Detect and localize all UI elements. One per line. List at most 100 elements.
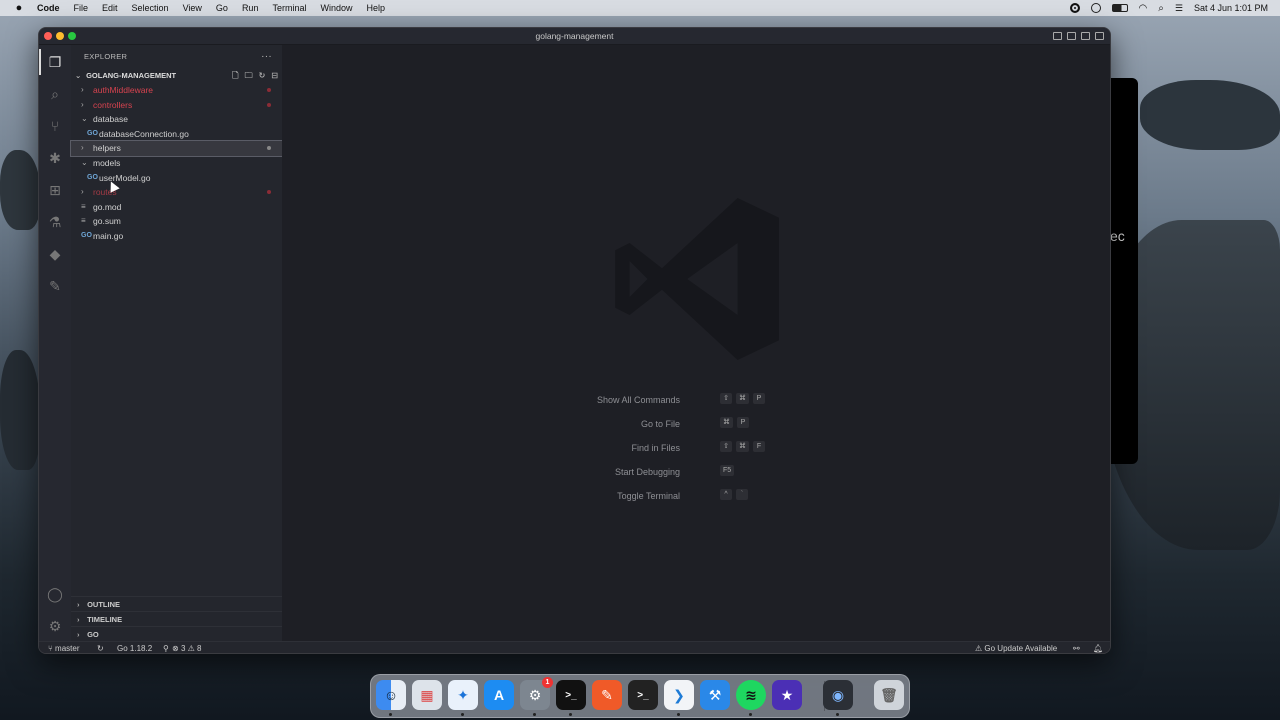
tree-folder-models[interactable]: ⌄ models xyxy=(71,156,282,171)
go-version-status[interactable]: Go 1.18.2 xyxy=(117,642,152,653)
extensions-icon[interactable]: ⊞ xyxy=(46,181,64,199)
imovie-icon[interactable]: ★ xyxy=(772,680,802,710)
xcode-icon[interactable]: ⚒ xyxy=(700,680,730,710)
tree-folder-routes[interactable]: › routes xyxy=(71,185,282,200)
menu-bar: ● Code File Edit Selection View Go Run T… xyxy=(0,0,1280,16)
system-preferences-icon[interactable]: ⚙ 1 xyxy=(520,677,553,710)
customize-layout-icon[interactable] xyxy=(1095,32,1104,40)
sync-icon[interactable]: ↻ xyxy=(97,642,104,653)
remote-explorer-icon[interactable]: ✎ xyxy=(46,277,64,295)
launchpad-icon[interactable]: ▦ xyxy=(412,680,442,710)
menu-clock[interactable]: Sat 4 Jun 1:01 PM xyxy=(1194,3,1268,13)
menu-help[interactable]: Help xyxy=(359,0,392,16)
go-section[interactable]: › GO xyxy=(71,626,282,641)
menu-window[interactable]: Window xyxy=(313,0,359,16)
tree-file-usermodel[interactable]: GO userModel.go xyxy=(71,171,282,186)
toggle-panel-icon[interactable] xyxy=(1067,32,1076,40)
project-root[interactable]: ⌄ GOLANG-MANAGEMENT 🗋 🗀 ↻ ⊟ xyxy=(71,68,282,83)
play-icon[interactable] xyxy=(1090,3,1101,13)
settings-gear-icon[interactable]: ⚙ xyxy=(46,617,64,635)
chevron-down-icon: ⌄ xyxy=(75,71,82,80)
keycap: ^ xyxy=(720,489,732,500)
notifications-bell-icon[interactable]: 🔔︎ xyxy=(1093,642,1103,653)
spotify-icon[interactable]: ≋ xyxy=(736,680,766,710)
python-icon[interactable]: ◆ xyxy=(46,245,64,263)
menu-view[interactable]: View xyxy=(176,0,209,16)
live-share-icon[interactable]: ⚯ xyxy=(1073,642,1080,653)
timeline-section[interactable]: › TIMELINE xyxy=(71,611,282,626)
menu-run[interactable]: Run xyxy=(235,0,266,16)
running-indicator xyxy=(836,713,839,716)
section-label: TIMELINE xyxy=(87,615,123,624)
zoom-window-button[interactable] xyxy=(68,32,76,40)
more-actions-icon[interactable]: ··· xyxy=(261,45,272,68)
outline-section[interactable]: › OUTLINE xyxy=(71,596,282,611)
tree-folder-controllers[interactable]: › controllers xyxy=(71,98,282,113)
hint-find-in-files[interactable]: Find in Files ⇧ ⌘ F xyxy=(282,438,1110,462)
screen-record-icon[interactable] xyxy=(1069,3,1080,13)
trash-icon[interactable]: 🗑︎ xyxy=(874,680,904,710)
hint-show-all-commands[interactable]: Show All Commands ⇧ ⌘ P xyxy=(282,390,1110,414)
desktop-rock xyxy=(0,150,40,230)
tree-folder-helpers[interactable]: › helpers xyxy=(70,140,283,157)
menu-terminal[interactable]: Terminal xyxy=(265,0,313,16)
tree-file-maingo[interactable]: GO main.go xyxy=(71,229,282,244)
hint-start-debugging[interactable]: Start Debugging F5 xyxy=(282,462,1110,486)
tree-folder-database[interactable]: ⌄ database xyxy=(71,112,282,127)
menu-app-name[interactable]: Code xyxy=(30,0,67,16)
debug-icon[interactable]: ✱ xyxy=(46,149,64,167)
collapse-all-icon[interactable]: ⊟ xyxy=(271,68,278,83)
source-control-icon[interactable]: ⑂ xyxy=(46,117,64,135)
chevron-right-icon: › xyxy=(81,99,84,109)
editor-area[interactable]: Show All Commands ⇧ ⌘ P Go to File ⌘ P F… xyxy=(282,45,1110,641)
toggle-sidebar-icon[interactable] xyxy=(1053,32,1062,40)
terminal-icon[interactable]: >_ xyxy=(556,680,586,710)
tree-file-databaseconnection[interactable]: GO databaseConnection.go xyxy=(71,127,282,142)
hint-label: Start Debugging xyxy=(614,467,680,477)
menu-go[interactable]: Go xyxy=(209,0,235,16)
explorer-icon[interactable]: ❐ xyxy=(39,49,64,75)
search-icon[interactable]: ⌕ xyxy=(1158,3,1164,14)
hint-go-to-file[interactable]: Go to File ⌘ P xyxy=(282,414,1110,438)
tree-file-gomod[interactable]: ≡ go.mod xyxy=(71,200,282,215)
project-name: GOLANG-MANAGEMENT xyxy=(86,71,177,80)
menu-file[interactable]: File xyxy=(67,0,96,16)
terminal-2-icon[interactable]: >_ xyxy=(628,680,658,710)
vscode-icon[interactable]: ❯ xyxy=(664,680,694,710)
keycap: ` xyxy=(736,489,748,500)
new-folder-icon[interactable]: 🗀 xyxy=(245,68,253,83)
tree-file-gosum[interactable]: ≡ go.sum xyxy=(71,214,282,229)
app-store-icon[interactable]: A xyxy=(484,680,514,710)
toggle-secondary-sidebar-icon[interactable] xyxy=(1081,32,1090,40)
safari-icon[interactable]: ✦ xyxy=(448,680,478,710)
search-icon[interactable]: ⌕ xyxy=(46,85,64,103)
pin-icon[interactable]: ⚲ xyxy=(163,642,169,653)
branch-status[interactable]: ⑂ master xyxy=(48,642,79,653)
testing-icon[interactable]: ⚗ xyxy=(46,213,64,231)
close-window-button[interactable] xyxy=(44,32,52,40)
hint-toggle-terminal[interactable]: Toggle Terminal ^ ` xyxy=(282,486,1110,510)
vscode-window: golang-management ❐ ⌕ ⑂ ✱ ⊞ ⚗ ◆ ✎ ◯ ⚙ EX… xyxy=(38,27,1111,654)
chevron-right-icon: › xyxy=(77,615,80,624)
minimize-window-button[interactable] xyxy=(56,32,64,40)
chevron-right-icon: › xyxy=(81,143,84,153)
control-center-icon[interactable]: ☰ xyxy=(1175,3,1183,14)
go-update-status[interactable]: ⚠ Go Update Available xyxy=(975,642,1057,653)
background-window-text: ec xyxy=(1110,228,1125,244)
quicktime-icon[interactable]: ◉ xyxy=(823,680,853,710)
accounts-icon[interactable]: ◯ xyxy=(46,585,64,603)
chevron-right-icon: › xyxy=(81,85,84,94)
apple-menu-icon[interactable]: ● xyxy=(8,2,30,14)
pencil-icon[interactable]: ✎ xyxy=(592,680,622,710)
problems-status[interactable]: ⊗ 3 ⚠ 8 xyxy=(172,642,201,653)
menu-selection[interactable]: Selection xyxy=(125,0,176,16)
finder-icon[interactable]: ☺ xyxy=(376,680,406,710)
error-dot-icon xyxy=(267,102,271,107)
new-file-icon[interactable]: 🗋 xyxy=(232,68,238,83)
git-branch-icon: ⑂ xyxy=(48,644,56,653)
tree-folder-authmiddleware[interactable]: › authMiddleware xyxy=(71,83,282,98)
battery-icon[interactable] xyxy=(1111,4,1128,12)
refresh-icon[interactable]: ↻ xyxy=(259,68,266,83)
wifi-icon[interactable]: ◠ xyxy=(1139,3,1148,14)
menu-edit[interactable]: Edit xyxy=(95,0,125,16)
